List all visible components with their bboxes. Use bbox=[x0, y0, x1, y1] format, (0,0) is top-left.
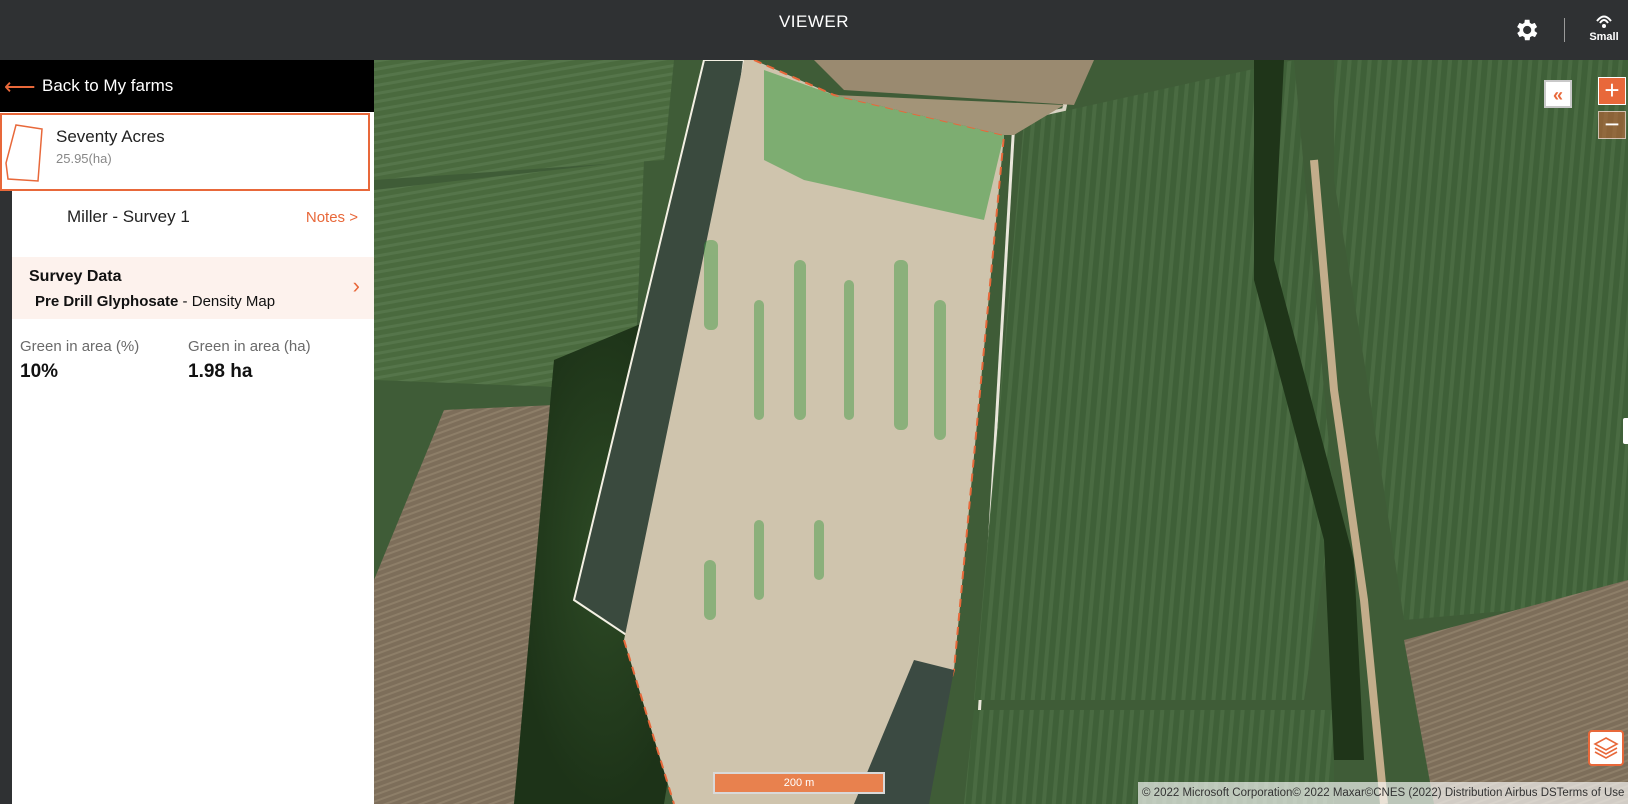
logo-icon bbox=[1596, 15, 1612, 28]
drawer-handle[interactable] bbox=[1623, 418, 1628, 444]
back-label: Back to My farms bbox=[42, 76, 174, 95]
stat-green-area: Green in area (ha) 1.98 ha bbox=[188, 338, 311, 383]
survey-name: Miller - Survey 1 bbox=[67, 207, 190, 226]
map-type: Density Map bbox=[191, 293, 276, 310]
notes-link[interactable]: Notes > bbox=[306, 209, 358, 226]
layers-icon bbox=[1593, 737, 1619, 759]
field-shape-icon bbox=[5, 124, 43, 182]
collapse-panel-button[interactable]: « bbox=[1544, 80, 1572, 108]
stat-label: Green in area (%) bbox=[20, 338, 140, 355]
farm-card[interactable]: Seventy Acres 25.95(ha) bbox=[0, 113, 370, 191]
stat-value: 1.98 ha bbox=[188, 361, 253, 382]
layers-button[interactable] bbox=[1588, 730, 1624, 766]
brand-name: Small bbox=[1589, 31, 1619, 43]
farm-area: 25.95(ha) bbox=[56, 151, 112, 166]
gear-icon[interactable] bbox=[1512, 16, 1540, 44]
zoom-in-button[interactable]: + bbox=[1598, 77, 1626, 105]
farm-name: Seventy Acres bbox=[56, 127, 165, 146]
scale-bar: 200 m bbox=[713, 772, 885, 794]
arrow-left-icon: ⟵ bbox=[4, 74, 36, 99]
stat-value: 10% bbox=[20, 361, 59, 382]
stats: Green in area (%) 10% Green in area (ha)… bbox=[12, 338, 374, 418]
subtitle-separator: - bbox=[178, 293, 192, 310]
top-bar: VIEWER Small bbox=[0, 0, 1628, 60]
stat-green-percent: Green in area (%) 10% bbox=[20, 338, 139, 383]
map-view[interactable] bbox=[374, 60, 1628, 804]
stat-label: Green in area (ha) bbox=[188, 338, 311, 355]
map-attribution[interactable]: © 2022 Microsoft Corporation© 2022 Maxar… bbox=[1138, 782, 1628, 804]
survey-data-panel[interactable]: Survey Data Pre Drill Glyphosate - Densi… bbox=[12, 257, 374, 319]
survey-data-heading: Survey Data bbox=[29, 268, 122, 285]
satellite-map[interactable] bbox=[374, 60, 1628, 804]
sidebar-edge bbox=[0, 191, 12, 804]
chevron-right-icon: › bbox=[352, 273, 360, 298]
back-to-farms-button[interactable]: ⟵ Back to My farms bbox=[0, 60, 374, 112]
divider bbox=[1564, 18, 1565, 42]
zoom-out-button[interactable]: − bbox=[1598, 111, 1626, 139]
survey-data-subtitle: Pre Drill Glyphosate - Density Map bbox=[35, 293, 275, 310]
brand-logo[interactable]: Small bbox=[1584, 12, 1624, 52]
sidebar: ⟵ Back to My farms Seventy Acres 25.95(h… bbox=[0, 60, 374, 804]
product-name: Pre Drill Glyphosate bbox=[35, 293, 179, 310]
survey-row[interactable]: Miller - Survey 1 Notes > bbox=[12, 191, 374, 243]
page-title: VIEWER bbox=[778, 12, 850, 31]
